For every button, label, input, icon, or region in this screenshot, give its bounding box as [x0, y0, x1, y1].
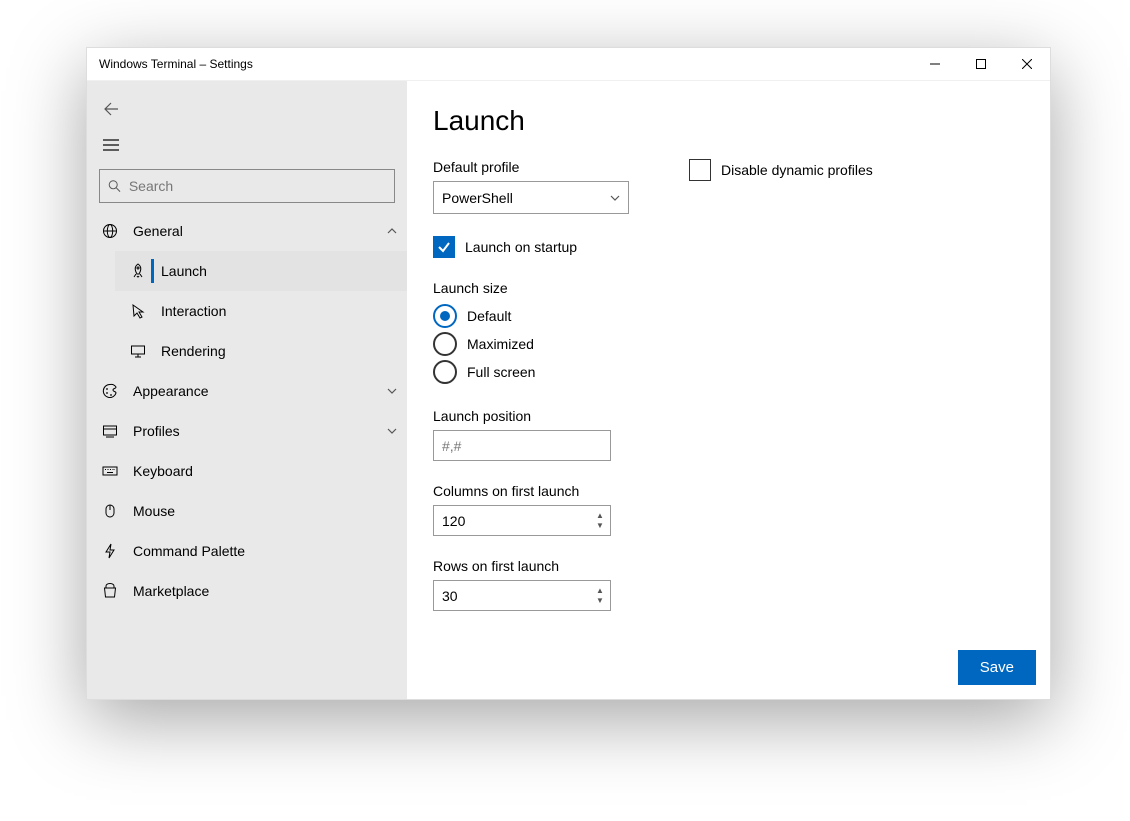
rows-value: 30 [442, 588, 590, 604]
launch-on-startup-checkbox[interactable] [433, 236, 455, 258]
maximize-button[interactable] [958, 48, 1004, 80]
form-left-column: Default profile PowerShell Launch on sta… [433, 159, 629, 611]
nav-item-marketplace[interactable]: Marketplace [87, 571, 407, 611]
radio-default[interactable] [433, 304, 457, 328]
spinner-down-icon[interactable]: ▼ [596, 597, 604, 605]
chevron-down-icon [377, 386, 407, 396]
content-pane: Launch Default profile PowerShell [407, 81, 1050, 699]
nav-label: Interaction [161, 303, 407, 319]
nav-label: Appearance [133, 383, 377, 399]
default-profile-label: Default profile [433, 159, 629, 175]
nav-item-mouse[interactable]: Mouse [87, 491, 407, 531]
palette-icon [101, 383, 119, 399]
disable-dynamic-profiles-checkbox[interactable] [689, 159, 711, 181]
nav-label: Keyboard [133, 463, 407, 479]
nav-label: Rendering [161, 343, 407, 359]
titlebar: Windows Terminal – Settings [87, 48, 1050, 81]
spinner-down-icon[interactable]: ▼ [596, 522, 604, 530]
keyboard-icon [101, 463, 119, 479]
nav-item-command-palette[interactable]: Command Palette [87, 531, 407, 571]
maximize-icon [976, 59, 986, 69]
radio-label: Default [467, 308, 511, 324]
nav-label: Profiles [133, 423, 377, 439]
hamburger-button[interactable] [91, 127, 131, 163]
chevron-up-icon [377, 226, 407, 236]
search-icon [108, 179, 121, 193]
settings-window: Windows Terminal – Settings [86, 47, 1051, 700]
rows-label: Rows on first launch [433, 558, 629, 574]
spinner-up-icon[interactable]: ▲ [596, 587, 604, 595]
rocket-icon [129, 263, 147, 279]
nav-label: Marketplace [133, 583, 407, 599]
window-title: Windows Terminal – Settings [99, 57, 253, 71]
radio-label: Maximized [467, 336, 534, 352]
command-icon [101, 543, 119, 559]
spinner-up-icon[interactable]: ▲ [596, 512, 604, 520]
hamburger-icon [103, 139, 119, 151]
launch-size-default[interactable]: Default [433, 302, 629, 330]
columns-label: Columns on first launch [433, 483, 629, 499]
disable-dynamic-profiles-row[interactable]: Disable dynamic profiles [689, 159, 873, 181]
nav: General Launch [87, 211, 407, 699]
nav-item-rendering[interactable]: Rendering [115, 331, 407, 371]
search-container [99, 169, 395, 203]
form-right-column: Disable dynamic profiles [689, 159, 873, 611]
page-title: Launch [433, 105, 1024, 137]
globe-icon [101, 223, 119, 239]
nav-item-launch[interactable]: Launch [115, 251, 407, 291]
cursor-icon [129, 303, 147, 319]
monitor-icon [129, 343, 147, 359]
chevron-down-icon [610, 190, 620, 206]
window-body: General Launch [87, 81, 1050, 699]
launch-size-maximized[interactable]: Maximized [433, 330, 629, 358]
launch-position-label: Launch position [433, 408, 629, 424]
nav-item-general[interactable]: General [87, 211, 407, 251]
columns-spinner[interactable]: 120 ▲▼ [433, 505, 611, 536]
form-area: Default profile PowerShell Launch on sta… [433, 159, 1024, 611]
close-icon [1022, 59, 1032, 69]
back-arrow-icon [103, 101, 119, 117]
default-profile-select[interactable]: PowerShell [433, 181, 629, 214]
minimize-button[interactable] [912, 48, 958, 80]
spinner-buttons[interactable]: ▲▼ [590, 587, 610, 605]
nav-item-profiles[interactable]: Profiles [87, 411, 407, 451]
default-profile-value: PowerShell [442, 190, 610, 206]
search-input[interactable] [127, 177, 386, 195]
mouse-icon [101, 503, 119, 519]
chevron-down-icon [377, 426, 407, 436]
check-icon [437, 240, 451, 254]
spinner-buttons[interactable]: ▲▼ [590, 512, 610, 530]
minimize-icon [930, 59, 940, 69]
close-button[interactable] [1004, 48, 1050, 80]
nav-item-appearance[interactable]: Appearance [87, 371, 407, 411]
disable-dynamic-profiles-label: Disable dynamic profiles [721, 162, 873, 178]
radio-maximized[interactable] [433, 332, 457, 356]
rows-spinner[interactable]: 30 ▲▼ [433, 580, 611, 611]
nav-label: Mouse [133, 503, 407, 519]
nav-item-interaction[interactable]: Interaction [115, 291, 407, 331]
save-button[interactable]: Save [958, 650, 1036, 685]
radio-label: Full screen [467, 364, 535, 380]
launch-size-fullscreen[interactable]: Full screen [433, 358, 629, 386]
search-box[interactable] [99, 169, 395, 203]
radio-fullscreen[interactable] [433, 360, 457, 384]
launch-on-startup-row[interactable]: Launch on startup [433, 236, 629, 258]
nav-label: Launch [161, 263, 407, 279]
nav-item-keyboard[interactable]: Keyboard [87, 451, 407, 491]
back-button[interactable] [91, 91, 131, 127]
launch-on-startup-label: Launch on startup [465, 239, 577, 255]
nav-general-children: Launch Interaction Rendering [87, 251, 407, 371]
profiles-icon [101, 423, 119, 439]
sidebar: General Launch [87, 81, 407, 699]
nav-label: Command Palette [133, 543, 407, 559]
columns-value: 120 [442, 513, 590, 529]
launch-size-label: Launch size [433, 280, 629, 296]
marketplace-icon [101, 583, 119, 599]
launch-position-input[interactable] [433, 430, 611, 461]
nav-label: General [133, 223, 377, 239]
